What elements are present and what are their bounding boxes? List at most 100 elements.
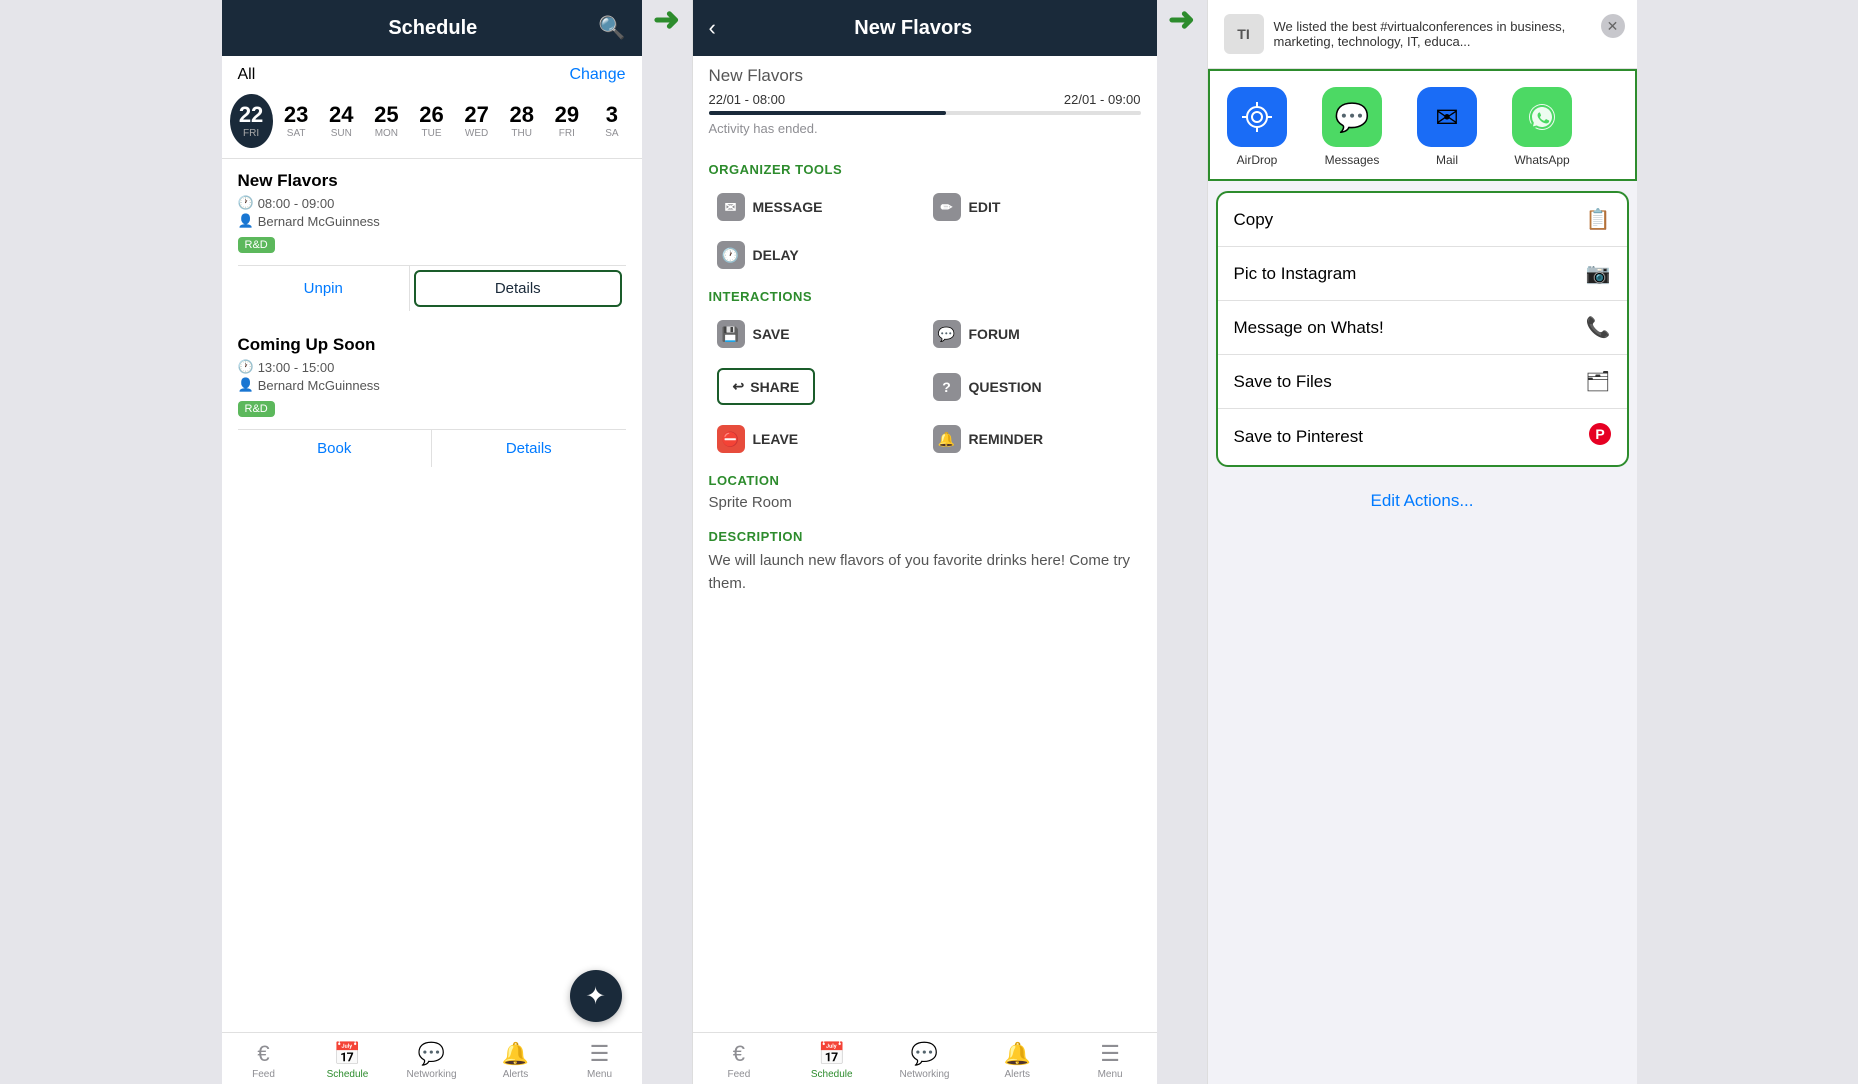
- date-item-29[interactable]: 29FRI: [545, 99, 588, 142]
- detail-scroll[interactable]: New Flavors 22/01 - 08:00 22/01 - 09:00 …: [693, 56, 1157, 1032]
- alerts-icon: 🔔: [502, 1041, 529, 1067]
- delay-tool-icon: 🕐: [717, 241, 745, 269]
- description-text: We will launch new flavors of you favori…: [693, 550, 1157, 595]
- search-icon[interactable]: 🔍: [598, 15, 625, 41]
- detail-networking-icon: 💬: [911, 1041, 938, 1067]
- tool-message[interactable]: ✉ MESSAGE: [709, 183, 925, 231]
- book-button[interactable]: Book: [238, 430, 432, 467]
- edit-actions[interactable]: Edit Actions...: [1208, 477, 1637, 525]
- detail-header: ‹ New Flavors: [693, 0, 1157, 56]
- date-item-26[interactable]: 26TUE: [410, 99, 453, 142]
- organizer-tools-label: ORGANIZER TOOLS: [693, 152, 1157, 183]
- whatsapp-app[interactable]: WhatsApp: [1495, 87, 1590, 167]
- detail-title: New Flavors: [716, 17, 1111, 40]
- date-item-3[interactable]: 3SA: [590, 99, 633, 142]
- action-instagram-label: Pic to Instagram: [1234, 264, 1357, 284]
- date-item-25[interactable]: 25MON: [365, 99, 408, 142]
- detail-nav-menu[interactable]: ☰ Menu: [1064, 1041, 1157, 1080]
- date-item-24[interactable]: 24SUN: [320, 99, 363, 142]
- whatsapp-msg-icon: 📞: [1586, 315, 1611, 340]
- svg-text:P: P: [1595, 426, 1604, 442]
- action-save-files[interactable]: Save to Files 🗂: [1218, 355, 1627, 409]
- date-item-27[interactable]: 27WED: [455, 99, 498, 142]
- close-button[interactable]: ✕: [1601, 14, 1625, 38]
- interaction-leave[interactable]: ⛔ LEAVE: [709, 415, 925, 463]
- airdrop-icon: [1227, 87, 1287, 147]
- event-title-2: Coming Up Soon: [238, 335, 626, 355]
- message-preview: TI We listed the best #virtualconference…: [1208, 0, 1637, 69]
- date-item-22[interactable]: 22FRI: [230, 94, 273, 148]
- description-label: DESCRIPTION: [693, 519, 1157, 550]
- nav-menu[interactable]: ☰ Menu: [558, 1041, 642, 1080]
- detail-bottom-nav: € Feed 📅 Schedule 💬 Networking 🔔 Alerts …: [693, 1032, 1157, 1084]
- event-actions-1: Unpin Details: [238, 265, 626, 311]
- feed-icon: €: [257, 1041, 269, 1067]
- save-icon: 💾: [717, 320, 745, 348]
- arrow-1-container: ➜: [642, 0, 692, 38]
- schedule-title: Schedule: [268, 17, 599, 40]
- mail-label: Mail: [1436, 153, 1458, 167]
- time-start: 22/01 - 08:00: [709, 92, 786, 107]
- detail-subtitle: New Flavors: [709, 66, 1141, 86]
- mail-icon: ✉: [1417, 87, 1477, 147]
- change-button[interactable]: Change: [569, 66, 625, 84]
- action-instagram[interactable]: Pic to Instagram 📷: [1218, 247, 1627, 301]
- whatsapp-label: WhatsApp: [1514, 153, 1569, 167]
- networking-icon: 💬: [418, 1041, 445, 1067]
- detail-alerts-icon: 🔔: [1004, 1041, 1031, 1067]
- detail-nav-networking[interactable]: 💬 Networking: [878, 1041, 971, 1080]
- reminder-icon: 🔔: [933, 425, 961, 453]
- details-button-2[interactable]: Details: [432, 430, 626, 467]
- date-item-23[interactable]: 23SAT: [275, 99, 318, 142]
- action-pinterest-label: Save to Pinterest: [1234, 427, 1363, 447]
- nav-schedule[interactable]: 📅 Schedule: [306, 1041, 390, 1080]
- arrow-1-icon: ➜: [653, 0, 680, 38]
- unpin-button[interactable]: Unpin: [238, 266, 410, 311]
- messages-app[interactable]: 💬 Messages: [1305, 87, 1400, 167]
- message-avatar: TI: [1224, 14, 1264, 54]
- interaction-share[interactable]: ↩ SHARE: [709, 358, 925, 415]
- event-organizer-1: 👤 Bernard McGuinness: [238, 213, 626, 229]
- mail-app[interactable]: ✉ Mail: [1400, 87, 1495, 167]
- all-row: All Change: [222, 56, 642, 88]
- nav-alerts[interactable]: 🔔 Alerts: [474, 1041, 558, 1080]
- airdrop-app[interactable]: AirDrop: [1210, 87, 1305, 167]
- edit-tool-icon: ✏: [933, 193, 961, 221]
- action-save-files-label: Save to Files: [1234, 372, 1332, 392]
- share-panel: TI We listed the best #virtualconference…: [1207, 0, 1637, 1084]
- messages-label: Messages: [1325, 153, 1380, 167]
- interaction-reminder[interactable]: 🔔 REMINDER: [925, 415, 1141, 463]
- fab-button[interactable]: ✦: [570, 970, 622, 1022]
- schedule-panel: Schedule 🔍 All Change 22FRI23SAT24SUN25M…: [222, 0, 642, 1084]
- detail-menu-icon: ☰: [1100, 1041, 1120, 1067]
- tool-delay[interactable]: 🕐 DELAY: [709, 231, 925, 279]
- share-button[interactable]: ↩ SHARE: [717, 368, 816, 405]
- arrow-2-container: ➜: [1157, 0, 1207, 38]
- detail-panel: ‹ New Flavors New Flavors 22/01 - 08:00 …: [692, 0, 1157, 1084]
- action-copy[interactable]: Copy 📋: [1218, 193, 1627, 247]
- event-tag-2: R&D: [238, 401, 275, 417]
- interaction-forum[interactable]: 💬 FORUM: [925, 310, 1141, 358]
- date-item-28[interactable]: 28THU: [500, 99, 543, 142]
- event-organizer-2: 👤 Bernard McGuinness: [238, 377, 626, 393]
- interaction-save[interactable]: 💾 SAVE: [709, 310, 925, 358]
- action-pinterest[interactable]: Save to Pinterest P: [1218, 409, 1627, 465]
- nav-networking[interactable]: 💬 Networking: [390, 1041, 474, 1080]
- schedule-header: Schedule 🔍: [222, 0, 642, 56]
- event-coming-up: Coming Up Soon 🕐 13:00 - 15:00 👤 Bernard…: [222, 323, 642, 471]
- schedule-icon: 📅: [334, 1041, 361, 1067]
- detail-nav-feed[interactable]: € Feed: [693, 1041, 786, 1080]
- interactions-grid: 💾 SAVE 💬 FORUM ↩ SHARE ? QUESTION ⛔ LEAV…: [693, 310, 1157, 463]
- interaction-question[interactable]: ? QUESTION: [925, 358, 1141, 415]
- nav-feed[interactable]: € Feed: [222, 1041, 306, 1080]
- leave-icon: ⛔: [717, 425, 745, 453]
- details-button-1[interactable]: Details: [414, 270, 622, 307]
- instagram-icon: 📷: [1586, 261, 1611, 286]
- action-whatsapp-msg[interactable]: Message on Whats! 📞: [1218, 301, 1627, 355]
- detail-time-row: 22/01 - 08:00 22/01 - 09:00: [709, 92, 1141, 107]
- detail-nav-alerts[interactable]: 🔔 Alerts: [971, 1041, 1064, 1080]
- interactions-label: INTERACTIONS: [693, 279, 1157, 310]
- back-button[interactable]: ‹: [709, 15, 716, 41]
- tool-edit[interactable]: ✏ EDIT: [925, 183, 1141, 231]
- detail-nav-schedule[interactable]: 📅 Schedule: [785, 1041, 878, 1080]
